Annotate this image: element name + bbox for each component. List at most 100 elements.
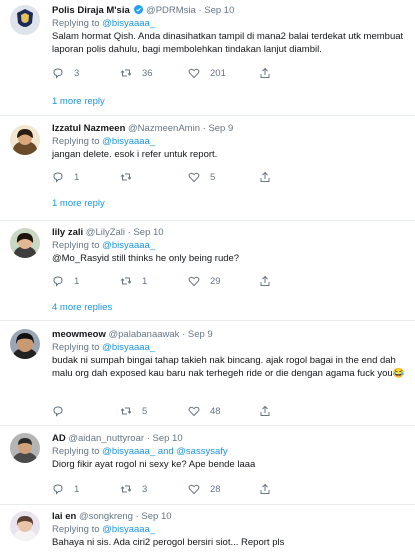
verified-badge-icon — [134, 5, 144, 14]
tweet[interactable]: AD @aidan_nuttyroar · Sep 10 Replying to… — [0, 426, 415, 504]
more-replies-link[interactable]: 1 more reply — [52, 198, 105, 209]
author-handle[interactable]: @NazmeenAmin — [128, 123, 200, 134]
share-button[interactable] — [259, 66, 281, 80]
author-handle[interactable]: @palabanaawak — [109, 329, 180, 340]
replying-to-mention[interactable]: @bisyaaaa_ — [102, 240, 155, 251]
more-replies-link[interactable]: 4 more replies — [52, 302, 112, 313]
replying-to: Replying to @bisyaaaa_ — [52, 341, 409, 354]
replying-and: and — [157, 446, 174, 457]
like-count: 29 — [210, 275, 221, 287]
reply-count: 3 — [74, 67, 80, 79]
reply-button[interactable] — [52, 404, 74, 418]
retweet-button[interactable]: 1 — [120, 274, 147, 288]
like-count: 5 — [210, 171, 216, 183]
replying-to: Replying to @bisyaaaa_ — [52, 17, 409, 30]
avatar[interactable] — [10, 228, 40, 258]
timestamp[interactable]: Sep 10 — [141, 511, 171, 522]
more-replies-link[interactable]: 1 more reply — [52, 96, 105, 107]
timestamp[interactable]: Sep 10 — [153, 433, 183, 444]
replying-prefix: Replying to — [52, 524, 100, 535]
timestamp[interactable]: Sep 10 — [133, 227, 163, 238]
timestamp[interactable]: Sep 10 — [204, 5, 234, 16]
replying-to: Replying to @bisyaaaa_ — [52, 523, 409, 536]
reply-count: 1 — [74, 483, 80, 495]
replying-to-mention-2[interactable]: @sassysafy — [176, 446, 227, 457]
reply-button[interactable]: 1 — [52, 482, 79, 496]
tweet-actions: 3 36 201 — [52, 66, 282, 80]
reply-icon — [53, 484, 63, 495]
reply-icon — [53, 276, 63, 287]
replying-to-mention[interactable]: @bisyaaaa_ — [102, 136, 155, 147]
avatar[interactable] — [10, 511, 40, 541]
author-handle[interactable]: @LilyZali — [86, 227, 125, 238]
tweet[interactable]: lai en @songkreng · Sep 10 Replying to @… — [0, 505, 415, 553]
timestamp[interactable]: Sep 9 — [188, 329, 213, 340]
tweet-text: @Mo_Rasyid still thinks he only being ru… — [52, 252, 409, 265]
author-name[interactable]: meowmeow — [52, 329, 106, 340]
author-name[interactable]: AD — [52, 433, 66, 444]
author-handle[interactable]: @PDRMsia — [146, 5, 196, 16]
tweet-text: Salam hormat Qish. Anda dinasihatkan tam… — [52, 31, 404, 55]
heart-icon — [188, 276, 200, 287]
tweet[interactable]: meowmeow @palabanaawak · Sep 9 Replying … — [0, 321, 415, 425]
author-name[interactable]: lily zali — [52, 227, 83, 238]
author-handle[interactable]: @songkreng — [79, 511, 133, 522]
like-button[interactable]: 5 — [188, 170, 215, 184]
author-handle[interactable]: @aidan_nuttyroar — [68, 433, 144, 444]
retweet-button[interactable]: 36 — [120, 66, 153, 80]
author-name[interactable]: lai en — [52, 511, 76, 522]
separator-dot: · — [182, 329, 186, 340]
avatar[interactable] — [10, 433, 40, 463]
reply-button[interactable]: 1 — [52, 274, 79, 288]
tweet-actions: 5 48 — [52, 404, 282, 418]
tweet-text: jangan delete. esok i refer untuk report… — [52, 149, 218, 160]
reply-button[interactable]: 1 — [52, 170, 79, 184]
like-count: 48 — [210, 405, 221, 417]
timestamp[interactable]: Sep 9 — [208, 123, 233, 134]
replying-to: Replying to @bisyaaaa_ and @sassysafy — [52, 445, 409, 458]
tweet-text: Diorg fikir ayat rogol ni sexy ke? Ape b… — [52, 459, 256, 470]
tweet[interactable]: lily zali @LilyZali · Sep 10 Replying to… — [0, 221, 415, 320]
like-button[interactable]: 201 — [188, 66, 226, 80]
tweet-text-mention[interactable]: @Mo_Rasyid — [52, 253, 109, 264]
avatar[interactable] — [10, 5, 40, 35]
replying-to-mention[interactable]: @bisyaaaa_ — [102, 18, 155, 29]
separator-dot: · — [135, 511, 139, 522]
replying-to-mention[interactable]: @bisyaaaa_ — [102, 524, 155, 535]
like-button[interactable]: 29 — [188, 274, 221, 288]
share-button[interactable] — [259, 404, 281, 418]
like-button[interactable]: 28 — [188, 482, 221, 496]
like-button[interactable]: 48 — [188, 404, 221, 418]
retweet-count: 36 — [142, 67, 153, 79]
replying-prefix: Replying to — [52, 240, 100, 251]
retweet-button[interactable]: 3 — [120, 482, 147, 496]
replying-to-mention[interactable]: @bisyaaaa_ — [102, 446, 155, 457]
tweet[interactable]: Izzatul Nazmeen @NazmeenAmin · Sep 9 Rep… — [0, 116, 415, 220]
author-name[interactable]: Polis Diraja M'sia — [52, 5, 130, 16]
retweet-button[interactable] — [120, 170, 142, 184]
retweet-count: 3 — [142, 483, 148, 495]
heart-icon — [188, 172, 200, 183]
avatar[interactable] — [10, 125, 40, 155]
replying-to-mention[interactable]: @bisyaaaa_ — [102, 342, 155, 353]
retweet-icon — [120, 277, 132, 285]
share-button[interactable] — [259, 482, 281, 496]
author-name[interactable]: Izzatul Nazmeen — [52, 123, 125, 134]
tweet-actions: 1 1 29 — [52, 274, 282, 288]
reply-icon — [53, 406, 63, 417]
separator-dot: · — [146, 433, 150, 444]
like-count: 201 — [210, 67, 226, 79]
avatar[interactable] — [10, 329, 40, 359]
reply-icon — [53, 172, 63, 183]
share-icon — [260, 405, 270, 416]
heart-icon — [188, 406, 200, 417]
tweet[interactable]: Polis Diraja M'sia @PDRMsia · Sep 10 Rep… — [0, 0, 415, 115]
share-button[interactable] — [259, 170, 281, 184]
retweet-button[interactable]: 5 — [120, 404, 147, 418]
replying-to: Replying to @bisyaaaa_ — [52, 239, 409, 252]
reply-button[interactable]: 3 — [52, 66, 79, 80]
tweet-text-body: still thinks he only being rude? — [109, 253, 240, 264]
share-button[interactable] — [259, 274, 281, 288]
heart-icon — [188, 68, 200, 79]
like-count: 28 — [210, 483, 221, 495]
